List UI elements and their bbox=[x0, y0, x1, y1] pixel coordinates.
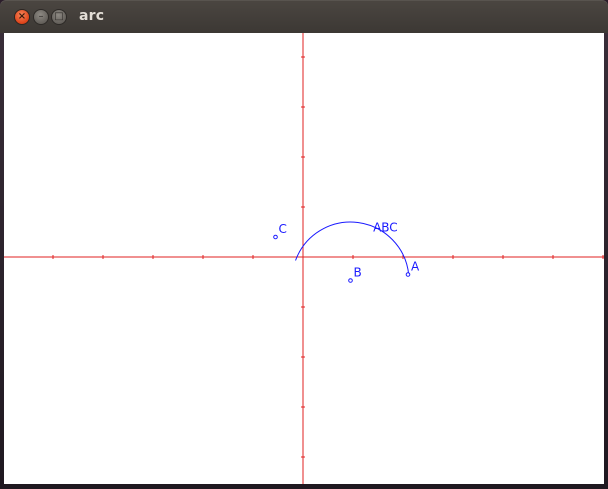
point-c bbox=[273, 234, 278, 240]
window-title: arc bbox=[79, 8, 105, 24]
point-a bbox=[405, 272, 411, 277]
point-label-c: C bbox=[279, 222, 287, 236]
minimize-icon: – bbox=[38, 11, 44, 22]
arc-label: ABC bbox=[373, 220, 398, 234]
close-button[interactable]: × bbox=[14, 9, 30, 25]
maximize-button[interactable]: □ bbox=[51, 9, 67, 25]
maximize-icon: □ bbox=[54, 11, 64, 22]
point-label-b: B bbox=[354, 266, 362, 280]
point-label-a: A bbox=[411, 260, 420, 274]
close-icon: × bbox=[17, 11, 27, 22]
plot-area: ABCABC bbox=[4, 33, 604, 484]
title-bar[interactable]: × – □ arc bbox=[0, 0, 608, 33]
point-b bbox=[348, 278, 353, 283]
minimize-button[interactable]: – bbox=[33, 9, 49, 25]
drawing-canvas[interactable]: ABC A B C bbox=[4, 33, 604, 484]
app-window: × – □ arc ABC A B C bbox=[0, 0, 608, 489]
